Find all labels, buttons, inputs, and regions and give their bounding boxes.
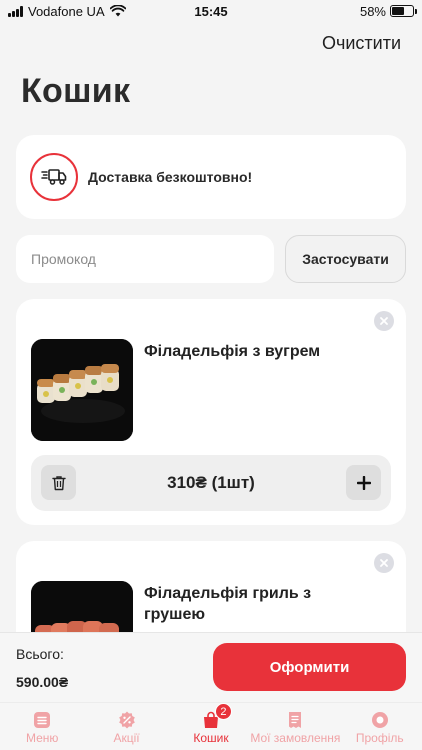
tab-label: Меню: [25, 731, 59, 745]
delivery-truck-icon: [30, 153, 78, 201]
delivery-text: Доставка безкоштовно!: [88, 169, 253, 185]
remove-item-button[interactable]: [374, 553, 394, 573]
apply-promo-button[interactable]: Застосувати: [285, 235, 406, 283]
item-name: Філадельфія гриль з грушею: [144, 585, 312, 623]
status-time: 15:45: [194, 3, 228, 19]
orders-receipt-icon: [289, 712, 302, 728]
status-bar-right: 58%: [359, 3, 417, 19]
cart-item: Філадельфія з вугрем 310₴ (1шт): [16, 299, 406, 525]
menu-icon: [34, 712, 51, 728]
promo-code-input[interactable]: [16, 235, 274, 283]
cart-count-badge: 2: [214, 703, 232, 720]
tab-bar: Меню Акції 2 Кошик Мої замовлення Профіл…: [0, 702, 422, 750]
profile-icon: [371, 712, 388, 728]
item-image: [31, 339, 133, 441]
carrier-name: Vodafone UA: [28, 3, 105, 19]
wifi-icon: [109, 5, 126, 17]
tab-promotions[interactable]: Акції: [85, 703, 169, 750]
tab-label: Акції: [113, 731, 140, 745]
clear-cart-button[interactable]: Очистити: [322, 33, 401, 54]
plus-icon: [356, 475, 371, 490]
tab-cart[interactable]: 2 Кошик: [169, 703, 253, 750]
status-bar: Vodafone UA 15:45 58%: [0, 0, 422, 22]
remove-item-button[interactable]: [374, 311, 394, 331]
tab-label: Профіль: [355, 731, 404, 745]
item-price-quantity: 310₴ (1шт): [167, 473, 255, 492]
item-name: Філадельфія з вугрем: [144, 343, 321, 360]
total-label: Всього:: [16, 646, 64, 662]
total-value: 590.00₴: [16, 674, 69, 690]
close-icon: [380, 559, 388, 567]
promo-badge-icon: [118, 711, 135, 729]
battery-level: [392, 7, 404, 15]
tab-label: Мої замовлення: [250, 731, 341, 745]
tab-my-orders[interactable]: Мої замовлення: [250, 703, 341, 750]
page-title: Кошик: [21, 72, 131, 110]
battery-icon: [390, 5, 417, 17]
close-icon: [380, 317, 388, 325]
status-bar-left: Vodafone UA: [8, 4, 126, 19]
checkout-button[interactable]: Оформити: [213, 643, 406, 691]
tab-profile[interactable]: Профіль: [338, 703, 422, 750]
cellular-signal-icon: [8, 5, 23, 17]
checkout-bar: Всього: 590.00₴ Оформити: [0, 632, 422, 702]
delivery-info-card: Доставка безкоштовно!: [16, 135, 406, 219]
tab-menu[interactable]: Меню: [0, 703, 84, 750]
tab-label: Кошик: [193, 731, 229, 745]
increase-quantity-button[interactable]: [346, 465, 381, 500]
battery-percent: 58%: [359, 3, 386, 19]
item-quantity-controls: 310₴ (1шт): [31, 455, 391, 511]
